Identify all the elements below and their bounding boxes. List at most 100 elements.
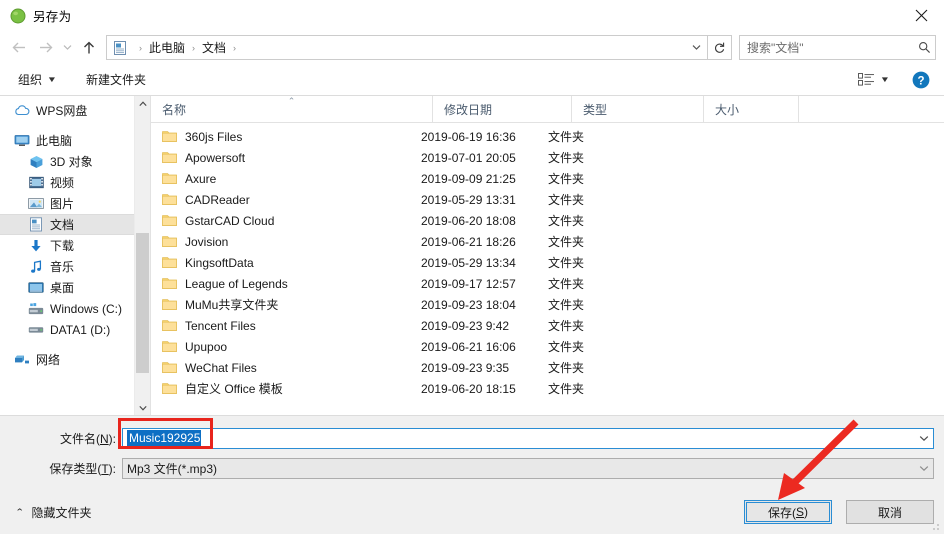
refresh-button[interactable] bbox=[708, 35, 732, 60]
forward-button[interactable] bbox=[32, 35, 58, 61]
filename-dropdown-button[interactable] bbox=[914, 429, 933, 448]
table-row[interactable]: CADReader 2019-05-29 13:31 文件夹 bbox=[151, 189, 944, 210]
filetype-combobox[interactable]: Mp3 文件(*.mp3) bbox=[122, 457, 934, 479]
file-name-cell[interactable]: Jovision bbox=[151, 235, 421, 249]
sidebar-scroll-thumb[interactable] bbox=[136, 233, 149, 373]
scroll-up-icon[interactable] bbox=[135, 96, 150, 111]
sidebar-item-wps-cloud[interactable]: WPS网盘 bbox=[0, 100, 150, 121]
chevron-down-icon bbox=[919, 465, 928, 471]
recent-locations-button[interactable] bbox=[58, 35, 76, 61]
table-row[interactable]: MuMu共享文件夹 2019-09-23 18:04 文件夹 bbox=[151, 294, 944, 315]
sidebar-scrollbar[interactable] bbox=[134, 96, 150, 415]
table-row[interactable]: Jovision 2019-06-21 18:26 文件夹 bbox=[151, 231, 944, 252]
file-name-cell[interactable]: Tencent Files bbox=[151, 319, 421, 333]
filename-label-key: N bbox=[99, 431, 109, 446]
hide-folders-toggle[interactable]: ⌃ 隐藏文件夹 bbox=[15, 504, 92, 521]
sidebar-item-this-pc[interactable]: 此电脑 bbox=[0, 130, 150, 151]
sidebar-item-network[interactable]: 网络 bbox=[0, 349, 150, 370]
file-name-cell[interactable]: 360js Files bbox=[151, 130, 421, 144]
arrow-up-icon bbox=[84, 41, 94, 53]
view-options-button[interactable]: ▼ bbox=[855, 68, 892, 92]
table-row[interactable]: GstarCAD Cloud 2019-06-20 18:08 文件夹 bbox=[151, 210, 944, 231]
column-header-type[interactable]: 类型 bbox=[572, 96, 704, 122]
table-row[interactable]: KingsoftData 2019-05-29 13:34 文件夹 bbox=[151, 252, 944, 273]
table-row[interactable]: WeChat Files 2019-09-23 9:35 文件夹 bbox=[151, 357, 944, 378]
filename-input[interactable]: Music192925 bbox=[123, 429, 914, 448]
file-name: League of Legends bbox=[185, 276, 288, 291]
search-icon bbox=[913, 41, 935, 54]
file-name-cell[interactable]: Upupoo bbox=[151, 340, 421, 354]
file-type: 文件夹 bbox=[548, 235, 585, 249]
up-button[interactable] bbox=[76, 35, 102, 61]
back-button[interactable] bbox=[6, 35, 32, 61]
folder-icon bbox=[162, 214, 177, 227]
cube-icon bbox=[28, 154, 44, 170]
file-name-cell[interactable]: GstarCAD Cloud bbox=[151, 214, 421, 228]
file-name-cell[interactable]: League of Legends bbox=[151, 277, 421, 291]
sidebar-item-windows-c[interactable]: Windows (C:) bbox=[0, 298, 150, 319]
cancel-button[interactable]: 取消 bbox=[846, 500, 934, 524]
file-name: Upupoo bbox=[185, 339, 228, 354]
sidebar-item-documents[interactable]: 文档 bbox=[0, 214, 150, 235]
filename-label: 文件名(N): bbox=[0, 430, 122, 447]
monitor-icon bbox=[14, 133, 30, 149]
navigation-pane: WPS网盘 此电脑 3D 对象 视频 图片 文档 下载 音乐 桌面 Window… bbox=[0, 96, 150, 415]
documents-folder-icon bbox=[112, 40, 128, 56]
sidebar-item-music[interactable]: 音乐 bbox=[0, 256, 150, 277]
scroll-down-icon[interactable] bbox=[135, 400, 150, 415]
table-row[interactable]: 自定义 Office 模板 2019-06-20 18:15 文件夹 bbox=[151, 378, 944, 399]
file-name: 自定义 Office 模板 bbox=[185, 382, 283, 396]
filetype-dropdown-button[interactable] bbox=[914, 459, 933, 478]
help-button[interactable]: ? bbox=[912, 71, 930, 89]
new-folder-label: 新建文件夹 bbox=[85, 73, 146, 87]
file-name-cell[interactable]: KingsoftData bbox=[151, 256, 421, 270]
file-name-cell[interactable]: MuMu共享文件夹 bbox=[151, 296, 421, 313]
table-row[interactable]: League of Legends 2019-09-17 12:57 文件夹 bbox=[151, 273, 944, 294]
sidebar-item-desktop[interactable]: 桌面 bbox=[0, 277, 150, 298]
search-box[interactable]: 搜索"文档" bbox=[739, 35, 936, 60]
save-button[interactable]: 保存(S) bbox=[744, 500, 832, 524]
column-header-type-label: 类型 bbox=[583, 102, 608, 117]
table-row[interactable]: Tencent Files 2019-09-23 9:42 文件夹 bbox=[151, 315, 944, 336]
filename-value[interactable]: Music192925 bbox=[127, 429, 202, 447]
sidebar-item-data1-d[interactable]: DATA1 (D:) bbox=[0, 319, 150, 340]
folder-icon bbox=[162, 361, 177, 374]
sidebar-item-videos[interactable]: 视频 bbox=[0, 172, 150, 193]
breadcrumb-item-documents[interactable]: 文档 bbox=[202, 39, 226, 56]
filename-combobox[interactable]: Music192925 bbox=[122, 427, 934, 449]
file-name-cell[interactable]: Axure bbox=[151, 172, 421, 186]
organize-button[interactable]: 组织 ▼ bbox=[14, 68, 60, 92]
address-dropdown-button[interactable] bbox=[686, 37, 707, 58]
breadcrumb-item-computer[interactable]: 此电脑 bbox=[149, 39, 185, 56]
arrow-left-icon bbox=[12, 42, 25, 53]
file-name: Tencent Files bbox=[185, 318, 256, 333]
search-input[interactable]: 搜索"文档" bbox=[740, 39, 913, 56]
folder-icon bbox=[162, 256, 177, 269]
column-header-name[interactable]: ⌃ 名称 bbox=[151, 96, 433, 122]
filetype-label-a: 保存类型( bbox=[49, 461, 102, 476]
column-header-size[interactable]: 大小 bbox=[704, 96, 799, 122]
column-header-date[interactable]: 修改日期 bbox=[433, 96, 572, 122]
file-type: 文件夹 bbox=[548, 319, 585, 333]
folder-icon bbox=[162, 151, 177, 164]
file-name: WeChat Files bbox=[185, 360, 257, 375]
table-row[interactable]: 360js Files 2019-06-19 16:36 文件夹 bbox=[151, 126, 944, 147]
folder-icon bbox=[162, 172, 177, 185]
file-name-cell[interactable]: 自定义 Office 模板 bbox=[151, 380, 421, 397]
file-name-cell[interactable]: WeChat Files bbox=[151, 361, 421, 375]
file-name-cell[interactable]: CADReader bbox=[151, 193, 421, 207]
dialog-content: WPS网盘 此电脑 3D 对象 视频 图片 文档 下载 音乐 桌面 Window… bbox=[0, 96, 944, 415]
file-name-cell[interactable]: Apowersoft bbox=[151, 151, 421, 165]
new-folder-button[interactable]: 新建文件夹 bbox=[82, 68, 150, 92]
table-row[interactable]: Upupoo 2019-06-21 16:06 文件夹 bbox=[151, 336, 944, 357]
close-button[interactable] bbox=[898, 0, 944, 31]
address-bar[interactable]: › 此电脑 › 文档 › bbox=[106, 35, 708, 60]
sidebar-item-downloads[interactable]: 下载 bbox=[0, 235, 150, 256]
filetype-value[interactable]: Mp3 文件(*.mp3) bbox=[123, 459, 914, 478]
resize-grip[interactable] bbox=[929, 520, 941, 532]
table-row[interactable]: Apowersoft 2019-07-01 20:05 文件夹 bbox=[151, 147, 944, 168]
file-date: 2019-09-23 18:04 bbox=[421, 297, 516, 312]
sidebar-item-pictures[interactable]: 图片 bbox=[0, 193, 150, 214]
table-row[interactable]: Axure 2019-09-09 21:25 文件夹 bbox=[151, 168, 944, 189]
sidebar-item-3d-objects[interactable]: 3D 对象 bbox=[0, 151, 150, 172]
